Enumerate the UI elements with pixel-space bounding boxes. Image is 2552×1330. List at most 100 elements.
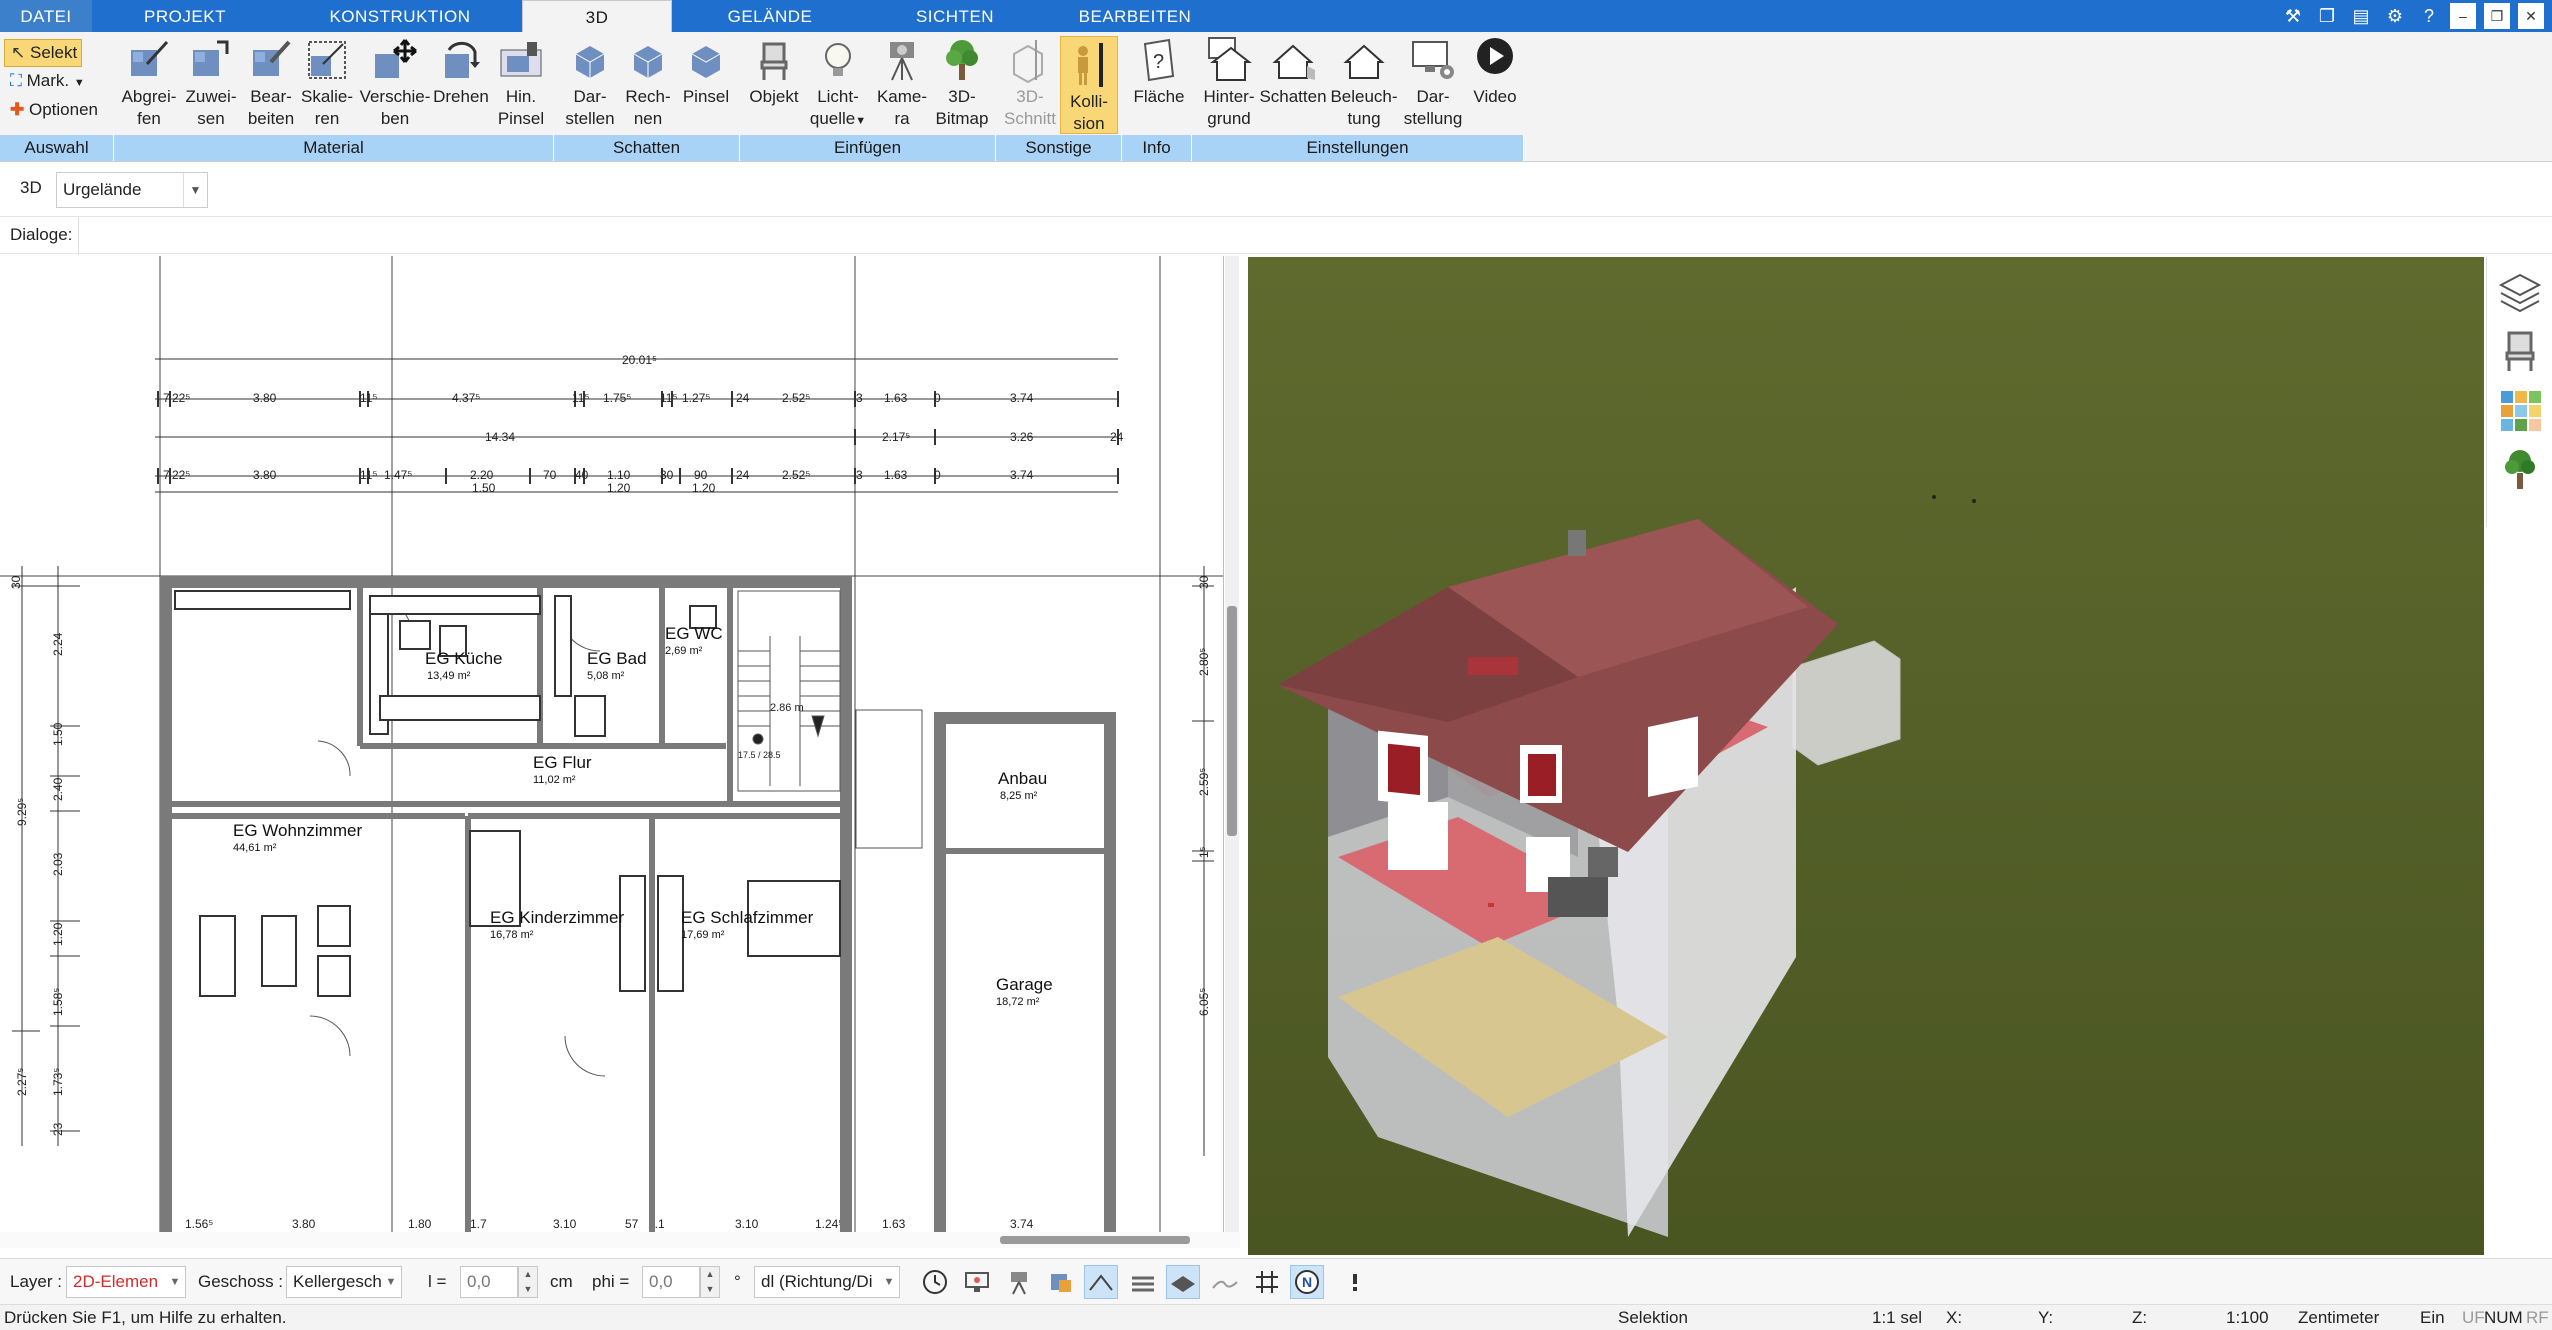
layer-select[interactable]: 2D-Elemen ▼	[66, 1266, 186, 1298]
btn-label-2: ben	[380, 109, 410, 128]
dim-label: 24	[736, 391, 750, 405]
plan-vertical-scrollbar[interactable]	[1225, 256, 1239, 1232]
tab-edit[interactable]: BEARBEITEN	[1050, 0, 1220, 32]
rotate-icon	[445, 41, 480, 78]
phi-stepper[interactable]: ▲ ▼	[700, 1266, 720, 1298]
help-icon[interactable]: ?	[2416, 3, 2442, 29]
objects-icon[interactable]	[1044, 1265, 1078, 1299]
close-icon[interactable]: ✕	[2518, 3, 2544, 29]
insert-3d-bitmap-button[interactable]: 3D- Bitmap	[930, 32, 994, 134]
dim-label: 1.58⁵	[51, 988, 65, 1016]
terrain-select[interactable]: Urgelände ▼	[56, 172, 208, 208]
camera-path-icon[interactable]	[1002, 1265, 1036, 1299]
dim-label: 70	[543, 468, 557, 482]
phi-input[interactable]: 0,0	[642, 1266, 700, 1298]
3d-view[interactable]	[1248, 257, 2484, 1255]
tab-3d[interactable]: 3D	[522, 0, 672, 32]
monitor-icon[interactable]	[960, 1265, 994, 1299]
select-button[interactable]: ↖ Selekt	[4, 39, 82, 67]
insert-light-button[interactable]: Licht- quelle▼	[806, 32, 870, 134]
insert-object-button[interactable]: Objekt	[744, 32, 804, 134]
length-label: l =	[428, 1272, 447, 1291]
more-options-icon[interactable]	[1338, 1265, 1372, 1299]
eyedropper-icon	[131, 40, 169, 76]
pick-material-button[interactable]: Abgrei- fen	[118, 32, 180, 134]
3d-section-button[interactable]: 3D- Schnitt	[1000, 32, 1060, 134]
btn-label-1: Dar-	[573, 87, 607, 106]
north-arrow-icon[interactable]: N	[1290, 1265, 1324, 1299]
btn-label-2: quelle	[809, 109, 856, 128]
dim-label: 20.01⁵	[622, 353, 657, 367]
dim-label: 23	[51, 1122, 65, 1136]
lighting-settings-button[interactable]: Beleuch- tung	[1328, 32, 1400, 134]
monitor-gear-icon	[1412, 41, 1454, 79]
clock-icon[interactable]	[918, 1265, 952, 1299]
shadow-settings-button[interactable]: Schatten	[1258, 32, 1328, 134]
rotate-material-button[interactable]: Drehen	[428, 32, 494, 134]
floor-plan-view[interactable]: 20.01⁵ 7 22⁵ 3.80 11⁵ 4.37⁵ 11⁵ 1.75⁵ 11…	[0, 256, 1224, 1232]
tab-project[interactable]: PROJEKT	[120, 0, 250, 32]
compute-shadow-button[interactable]: Rech- nen	[618, 32, 678, 134]
plan-horizontal-scrollbar[interactable]	[0, 1232, 1240, 1248]
materials-icon[interactable]	[2497, 387, 2543, 433]
scale-material-button[interactable]: Skalie- ren	[296, 32, 358, 134]
tools-icon[interactable]: ⚒	[2280, 3, 2306, 29]
play-icon	[1477, 38, 1513, 74]
terrain-icon[interactable]	[1208, 1265, 1242, 1299]
insert-camera-button[interactable]: Kame- ra	[872, 32, 932, 134]
dim-label: 3	[856, 391, 863, 405]
restore-icon[interactable]: ❐	[2484, 3, 2510, 29]
tab-construction[interactable]: KONSTRUKTION	[315, 0, 485, 32]
dim-label: 1.56⁵	[185, 1217, 213, 1231]
chevron-down-icon: ▼	[73, 77, 85, 89]
video-button[interactable]: Video	[1464, 32, 1526, 134]
layers-icon[interactable]	[2497, 269, 2543, 315]
tab-views[interactable]: SICHTEN	[885, 0, 1025, 32]
minimize-icon[interactable]: –	[2450, 3, 2476, 29]
background-settings-button[interactable]: Hinter- grund	[1196, 32, 1262, 134]
floor-plane-icon[interactable]	[1166, 1265, 1200, 1299]
dim-label: 2.20	[470, 468, 494, 482]
dim-label: 1.50	[51, 722, 65, 746]
move-material-button[interactable]: Verschie- ben	[356, 32, 434, 134]
room-area: 16,78 m²	[490, 929, 534, 941]
display-settings-button[interactable]: Dar- stellung	[1398, 32, 1468, 134]
edit-material-button[interactable]: Bear- beiten	[240, 32, 302, 134]
dim-label: 57	[625, 1217, 639, 1231]
btn-label-2: stellen	[565, 109, 615, 128]
grid-icon[interactable]	[1250, 1265, 1284, 1299]
select-label: Selekt	[29, 43, 78, 62]
room-name: EG Kinderzimmer	[490, 908, 624, 927]
show-shadow-button[interactable]: Dar- stellen	[560, 32, 620, 134]
uf-indicator: UF	[2462, 1308, 2485, 1327]
input-mode-select[interactable]: dl (Richtung/Di ▼	[754, 1266, 900, 1298]
shadow-brush-button[interactable]: Pinsel	[676, 32, 736, 134]
print-icon[interactable]: ▤	[2348, 3, 2374, 29]
scroll-thumb[interactable]	[1227, 606, 1237, 836]
background-brush-button[interactable]: Hin. Pinsel	[490, 32, 552, 134]
dim-label: 1.7	[470, 1217, 487, 1231]
tab-file[interactable]: DATEI	[0, 0, 92, 32]
floor-select[interactable]: Kellergesch ▼	[286, 1266, 402, 1298]
chair-icon[interactable]	[2497, 327, 2543, 373]
copy-icon[interactable]: ❐	[2314, 3, 2340, 29]
length-input[interactable]: 0,0	[460, 1266, 518, 1298]
area-button[interactable]: ? Fläche	[1128, 32, 1190, 134]
roof-view-icon[interactable]	[1084, 1265, 1118, 1299]
tab-terrain[interactable]: GELÄNDE	[700, 0, 840, 32]
terrace	[855, 709, 923, 849]
btn-label-1: Hin.	[505, 87, 537, 106]
tree-icon[interactable]	[2497, 447, 2543, 493]
options-button[interactable]: ✚ Optionen	[4, 97, 114, 125]
length-stepper[interactable]: ▲ ▼	[518, 1266, 538, 1298]
tree-icon	[946, 40, 978, 80]
walls-icon[interactable]	[1126, 1265, 1160, 1299]
room-area: 44,61 m²	[233, 842, 277, 854]
mark-button[interactable]: ⛶ Mark. ▼	[4, 68, 104, 96]
settings-icon[interactable]: ⚙	[2382, 3, 2408, 29]
dim-label: 7	[163, 468, 170, 482]
assign-material-button[interactable]: Zuwei- sen	[180, 32, 242, 134]
scroll-thumb[interactable]	[1000, 1236, 1190, 1244]
collision-button[interactable]: Kolli- sion	[1060, 36, 1118, 134]
btn-label-1: Rech-	[625, 87, 671, 106]
